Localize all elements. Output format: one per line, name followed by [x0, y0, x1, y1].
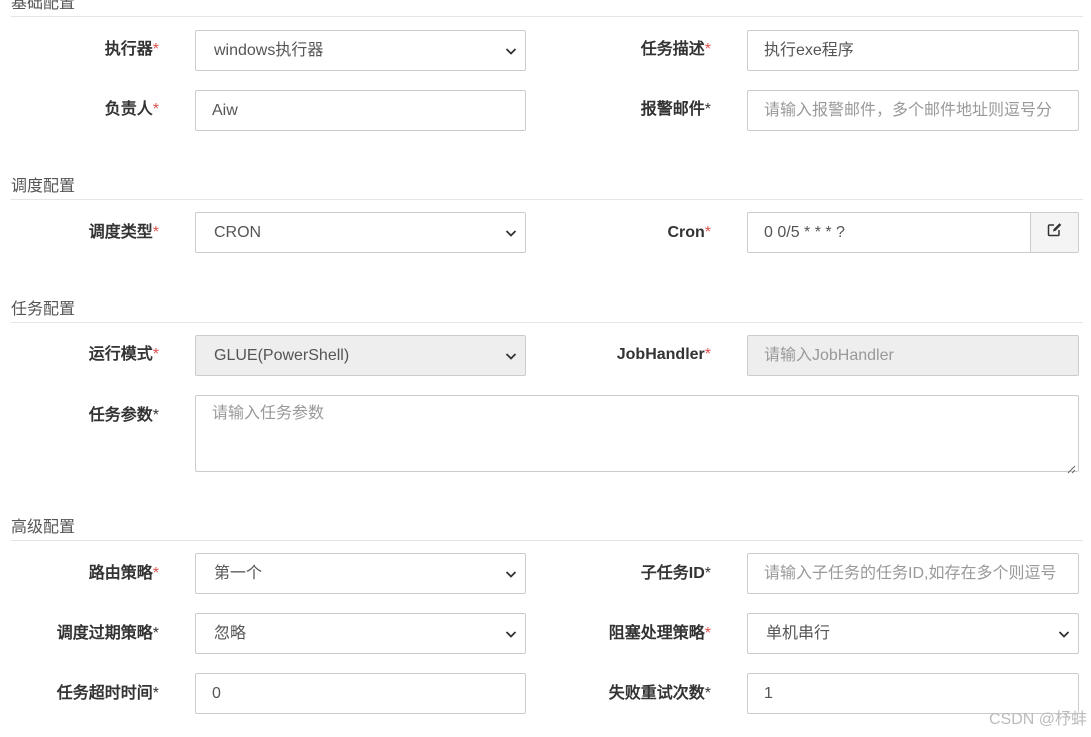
required-mark: *	[704, 625, 711, 642]
block-strategy-label: 阻塞处理策略*	[608, 625, 711, 642]
required-mark: *	[704, 685, 711, 702]
timeout-value: 0	[212, 685, 221, 702]
required-mark: *	[152, 41, 159, 58]
alarm-email-input[interactable]: 请输入报警邮件，多个邮件地址则逗号分	[747, 90, 1079, 131]
retry-count-label: 失败重试次数*	[608, 685, 711, 702]
required-mark: *	[152, 625, 159, 642]
task-param-label: 任务参数*	[88, 407, 159, 424]
misfire-strategy-label: 调度过期策略*	[56, 625, 159, 642]
run-mode-value: GLUE(PowerShell)	[214, 347, 350, 364]
watermark: CSDN @杼蚌	[988, 711, 1087, 728]
required-mark: *	[704, 346, 711, 363]
misfire-strategy-select[interactable]: 忽略	[195, 613, 526, 654]
required-mark: *	[152, 565, 159, 582]
child-job-id-label: 子任务ID*	[640, 565, 711, 582]
section-title-task: 任务配置	[11, 301, 76, 318]
executor-select-value: windows执行器	[214, 42, 324, 59]
edit-icon	[1047, 213, 1063, 252]
child-job-id-input[interactable]: 请输入子任务的任务ID,如存在多个则逗号	[747, 553, 1079, 594]
cron-value: 0 0/5 * * * ?	[764, 224, 845, 241]
required-mark: *	[704, 224, 711, 241]
section-divider	[11, 322, 1083, 323]
route-strategy-select[interactable]: 第一个	[195, 553, 526, 594]
task-desc-label: 任务描述*	[640, 41, 711, 58]
task-param-textarea[interactable]: 请输入任务参数	[195, 395, 1079, 474]
child-job-id-placeholder: 请输入子任务的任务ID,如存在多个则逗号	[764, 565, 1057, 582]
cron-edit-button[interactable]	[1030, 213, 1078, 252]
section-title-schedule: 调度配置	[11, 178, 76, 195]
schedule-type-select[interactable]: CRON	[195, 212, 526, 253]
required-mark: *	[152, 407, 159, 424]
timeout-label: 任务超时时间*	[56, 685, 159, 702]
section-divider	[11, 199, 1083, 200]
owner-value: Aiw	[212, 102, 238, 119]
route-strategy-value: 第一个	[214, 565, 263, 582]
required-mark: *	[152, 224, 159, 241]
route-strategy-label: 路由策略*	[88, 565, 159, 582]
schedule-type-value: CRON	[214, 224, 262, 241]
section-divider	[11, 16, 1083, 17]
run-mode-label: 运行模式*	[88, 346, 159, 363]
required-mark: *	[152, 101, 159, 118]
task-desc-value: 执行exe程序	[764, 42, 854, 59]
schedule-type-label: 调度类型*	[88, 224, 159, 241]
block-strategy-select[interactable]: 单机串行	[747, 613, 1079, 654]
required-mark: *	[704, 101, 711, 118]
block-strategy-value: 单机串行	[766, 625, 831, 642]
timeout-input[interactable]: 0	[195, 673, 526, 714]
misfire-strategy-value: 忽略	[214, 625, 247, 642]
chevron-down-icon	[505, 227, 517, 239]
job-handler-label: JobHandler*	[616, 346, 711, 363]
required-mark: *	[152, 346, 159, 363]
chevron-down-icon	[505, 350, 517, 362]
section-title-basic: 基础配置	[11, 0, 76, 12]
job-handler-input[interactable]: 请输入JobHandler	[747, 335, 1079, 376]
section-divider	[11, 540, 1083, 541]
chevron-down-icon	[505, 568, 517, 580]
required-mark: *	[704, 41, 711, 58]
chevron-down-icon	[505, 45, 517, 57]
cron-input[interactable]: 0 0/5 * * * ?	[747, 212, 1079, 253]
executor-select[interactable]: windows执行器	[195, 30, 526, 71]
owner-input[interactable]: Aiw	[195, 90, 526, 131]
cron-label: Cron*	[667, 224, 711, 241]
required-mark: *	[704, 565, 711, 582]
task-param-placeholder: 请输入任务参数	[212, 405, 325, 422]
resize-grip-icon[interactable]	[1067, 460, 1076, 474]
executor-label: 执行器*	[104, 41, 159, 58]
owner-label: 负责人*	[104, 101, 159, 118]
section-title-advanced: 高级配置	[11, 519, 76, 536]
chevron-down-icon	[1058, 628, 1070, 640]
required-mark: *	[152, 685, 159, 702]
chevron-down-icon	[505, 628, 517, 640]
alarm-email-label: 报警邮件*	[640, 101, 711, 118]
alarm-email-placeholder: 请输入报警邮件，多个邮件地址则逗号分	[764, 102, 1053, 119]
job-handler-placeholder: 请输入JobHandler	[764, 347, 894, 364]
run-mode-select[interactable]: GLUE(PowerShell)	[195, 335, 526, 376]
task-desc-input[interactable]: 执行exe程序	[747, 30, 1079, 71]
retry-count-value: 1	[764, 685, 773, 702]
